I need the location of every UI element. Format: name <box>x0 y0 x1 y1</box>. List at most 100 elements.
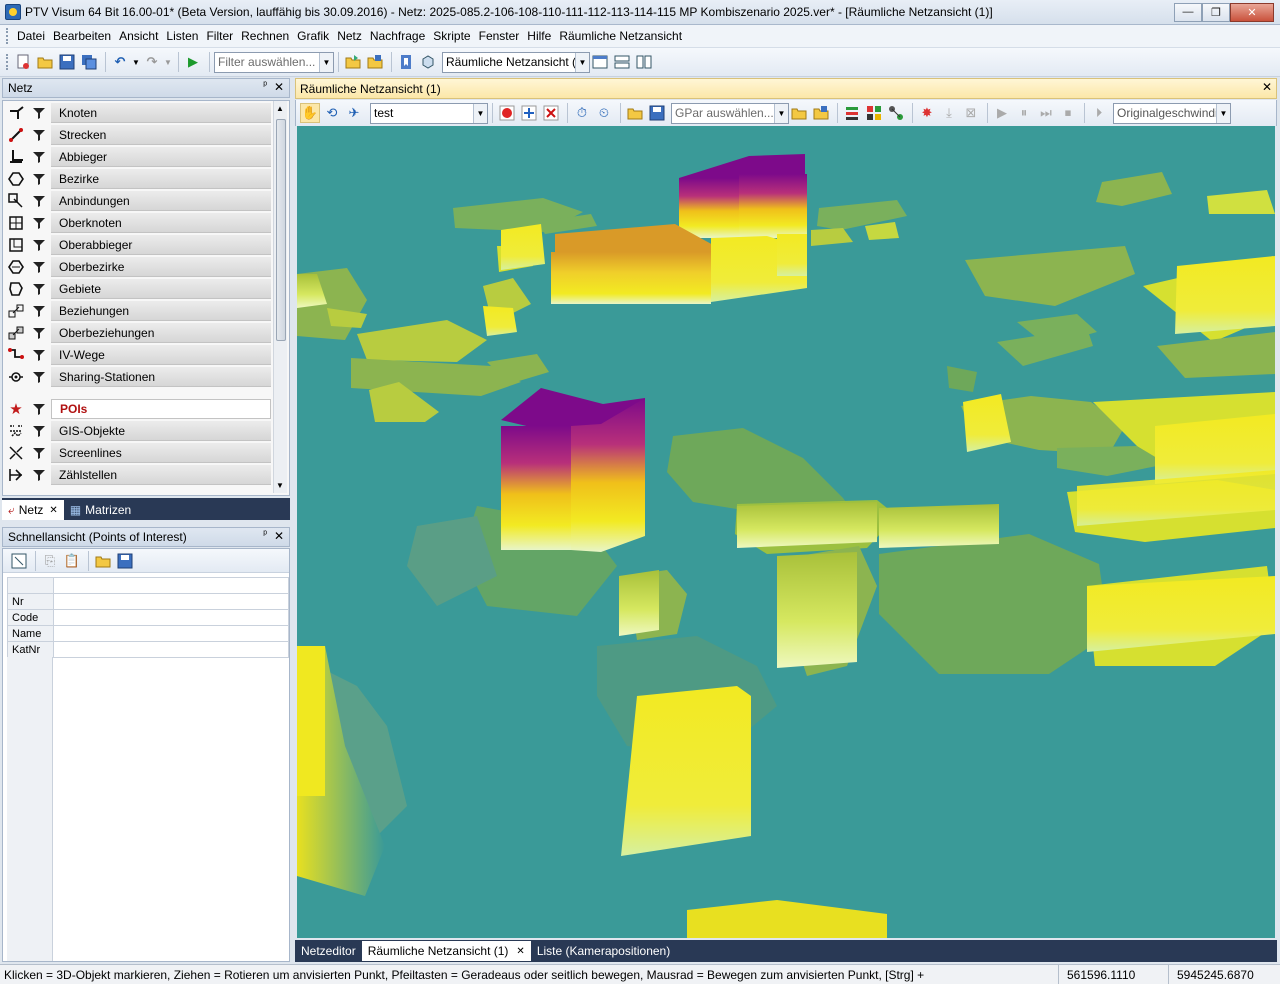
netz-item-iv-wege[interactable]: IV-Wege <box>5 345 271 365</box>
netz-item-knoten[interactable]: Knoten <box>5 103 271 123</box>
select-attributes-icon[interactable] <box>9 551 29 571</box>
paste-icon[interactable]: 📋 <box>62 551 82 571</box>
filter-icon[interactable] <box>27 443 51 463</box>
table-row[interactable]: Nr <box>7 593 289 610</box>
netz-item-oberbezirke[interactable]: Oberbezirke <box>5 257 271 277</box>
record-icon[interactable] <box>497 103 517 123</box>
filter-icon[interactable] <box>27 421 51 441</box>
bookmark-icon[interactable] <box>396 52 416 72</box>
scrollbar-thumb[interactable] <box>276 119 286 341</box>
attribute-value[interactable] <box>53 641 289 658</box>
speed-select[interactable]: Originalgeschwindi ▼ <box>1113 102 1231 124</box>
save-icon[interactable] <box>57 52 77 72</box>
save-layout-icon[interactable] <box>115 551 135 571</box>
filter-icon[interactable] <box>27 367 51 387</box>
menu-fenster[interactable]: Fenster <box>475 29 524 43</box>
new-file-icon[interactable] <box>13 52 33 72</box>
open-folder-icon[interactable] <box>35 52 55 72</box>
filter-icon[interactable] <box>27 235 51 255</box>
netz-item-anbindungen[interactable]: Anbindungen <box>5 191 271 211</box>
redo-dropdown-icon[interactable]: ▼ <box>164 52 172 72</box>
netz-item-screenlines[interactable]: Screenlines <box>5 443 271 463</box>
chevron-down-icon[interactable]: ▼ <box>575 52 589 72</box>
netz-item-oberbeziehungen[interactable]: Oberbeziehungen <box>5 323 271 343</box>
view-select[interactable]: Räumliche Netzansicht (1 ▼ <box>442 51 590 73</box>
save-filter-icon[interactable] <box>365 52 385 72</box>
filter-icon[interactable] <box>27 213 51 233</box>
minimize-button[interactable]: — <box>1174 2 1202 22</box>
netz-item-gis-objekte[interactable]: GIS-Objekte <box>5 421 271 441</box>
filter-icon[interactable] <box>27 279 51 299</box>
close-icon[interactable]: ✕ <box>49 505 57 516</box>
3d-scene[interactable] <box>297 126 1275 938</box>
pin-icon[interactable]: ᵖ <box>263 529 267 540</box>
window-layout-icon[interactable] <box>590 52 610 72</box>
menu-raeumliche-netzansicht[interactable]: Räumliche Netzansicht <box>555 29 686 43</box>
timer-icon[interactable]: ⏱ <box>572 103 592 123</box>
tab-netzeditor[interactable]: Netzeditor <box>295 941 362 961</box>
save-all-icon[interactable] <box>79 52 99 72</box>
step-forward-icon[interactable]: ⏭ <box>1036 103 1056 123</box>
chevron-down-icon[interactable]: ▼ <box>473 103 487 123</box>
netz-item-sharing-stationen[interactable]: Sharing-Stationen <box>5 367 271 387</box>
chevron-down-icon[interactable]: ▼ <box>319 52 333 72</box>
tab-matrizen[interactable]: ▦ Matrizen <box>64 500 137 520</box>
menu-ansicht[interactable]: Ansicht <box>115 29 162 43</box>
menu-netz[interactable]: Netz <box>333 29 366 43</box>
building-purple-back[interactable] <box>679 154 807 238</box>
attribute-value[interactable] <box>53 593 289 610</box>
graphic-params-icon[interactable] <box>864 103 884 123</box>
close-icon[interactable]: ✕ <box>516 946 524 957</box>
gpar-select[interactable]: GPar auswählen... ▼ <box>671 102 789 124</box>
pin-icon[interactable]: ᵖ <box>263 80 267 91</box>
netz-item-abbieger[interactable]: Abbieger <box>5 147 271 167</box>
netz-item-pois[interactable]: ★ POIs <box>5 399 271 419</box>
filter-icon[interactable] <box>27 465 51 485</box>
filter-icon[interactable] <box>27 103 51 123</box>
scroll-down-icon[interactable]: ▼ <box>276 481 284 490</box>
filter-icon[interactable] <box>27 399 51 419</box>
filter-icon[interactable] <box>27 323 51 343</box>
menu-hilfe[interactable]: Hilfe <box>523 29 555 43</box>
copy-icon[interactable]: ⎘ <box>40 551 60 571</box>
netz-item-bezirke[interactable]: Bezirke <box>5 169 271 189</box>
open-layout-icon[interactable] <box>93 551 113 571</box>
close-button[interactable]: ✕ <box>1230 2 1274 22</box>
close-icon[interactable]: ✕ <box>274 80 284 94</box>
save-gpar-icon[interactable] <box>647 103 667 123</box>
scroll-up-icon[interactable]: ▲ <box>276 104 284 113</box>
play-icon[interactable]: ▶ <box>992 103 1012 123</box>
3d-view-icon[interactable] <box>418 52 438 72</box>
add-camera-icon[interactable] <box>519 103 539 123</box>
menu-filter[interactable]: Filter <box>202 29 237 43</box>
network-objects-icon[interactable] <box>886 103 906 123</box>
tab-netz[interactable]: ⤶ Netz ✕ <box>2 500 64 520</box>
menu-skripte[interactable]: Skripte <box>429 29 474 43</box>
attribute-value[interactable] <box>53 609 289 626</box>
marker-disabled-icon[interactable]: ⤓ <box>939 103 959 123</box>
filter-icon[interactable] <box>27 147 51 167</box>
menu-rechnen[interactable]: Rechnen <box>237 29 293 43</box>
filter-icon[interactable] <box>27 125 51 145</box>
remove-disabled-icon[interactable]: ⊠ <box>961 103 981 123</box>
filter-icon[interactable] <box>27 191 51 211</box>
save-gpar-file-icon[interactable] <box>811 103 831 123</box>
menu-bearbeiten[interactable]: Bearbeiten <box>49 29 115 43</box>
undo-dropdown-icon[interactable]: ▼ <box>132 52 140 72</box>
table-row[interactable]: Code <box>7 609 289 626</box>
netz-item-oberabbieger[interactable]: Oberabbieger <box>5 235 271 255</box>
restore-button[interactable]: ❐ <box>1202 2 1230 22</box>
run-icon[interactable]: ▶ <box>183 52 203 72</box>
table-row[interactable]: Name <box>7 625 289 642</box>
playback-icon[interactable]: ⏵ <box>1089 103 1109 123</box>
chevron-down-icon[interactable]: ▼ <box>1216 103 1230 123</box>
delete-camera-icon[interactable] <box>541 103 561 123</box>
timer-settings-icon[interactable]: ⏲ <box>594 103 614 123</box>
tile-horizontal-icon[interactable] <box>612 52 632 72</box>
redo-icon[interactable]: ↷ <box>142 52 162 72</box>
netz-item-beziehungen[interactable]: Beziehungen <box>5 301 271 321</box>
menu-grafik[interactable]: Grafik <box>293 29 333 43</box>
netz-item-strecken[interactable]: Strecken <box>5 125 271 145</box>
chevron-down-icon[interactable]: ▼ <box>774 103 788 123</box>
pause-icon[interactable]: ⏸ <box>1014 103 1034 123</box>
